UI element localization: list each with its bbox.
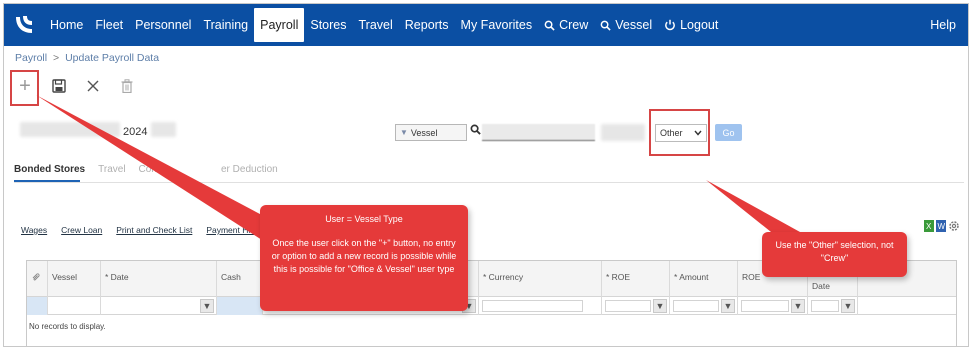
floppy-disk-icon <box>52 79 66 93</box>
filter-cell <box>48 297 101 315</box>
app-logo-icon[interactable] <box>4 4 44 46</box>
filter-cell-cash <box>217 297 263 315</box>
column-header-amount[interactable]: * Amount <box>670 261 738 297</box>
chevron-down-icon: ▼ <box>400 128 408 137</box>
column-header-cash[interactable]: Cash <box>217 261 263 297</box>
gear-icon[interactable] <box>948 220 960 232</box>
save-button[interactable] <box>47 74 71 98</box>
svg-text:X: X <box>926 222 932 231</box>
filter-cell-date-2: ▼ <box>808 297 858 315</box>
sub-links: Wages Crew Loan Print and Check List Pay… <box>21 225 269 235</box>
nav-help[interactable]: Help <box>924 4 962 46</box>
nav-fleet[interactable]: Fleet <box>89 4 129 46</box>
trash-icon <box>121 79 133 93</box>
filter-input[interactable] <box>673 300 719 312</box>
app-window: Home Fleet Personnel Training Payroll St… <box>3 3 969 347</box>
export-icons: X W <box>924 220 960 232</box>
nav-home[interactable]: Home <box>44 4 89 46</box>
filter-icon[interactable]: ▼ <box>791 299 805 313</box>
nav-crew-label: Crew <box>559 18 589 32</box>
grid-filter-row: ▼ ▼ ▼ ▼ ▼ ▼ <box>27 297 956 315</box>
callout-body: Once the user click on the "+" button, n… <box>271 238 457 274</box>
close-icon <box>87 80 99 92</box>
tab-travel[interactable]: Travel <box>98 164 125 175</box>
filter-cell-roe-2: ▼ <box>738 297 808 315</box>
column-header-currency[interactable]: * Currency <box>479 261 602 297</box>
cancel-button[interactable] <box>81 74 105 98</box>
year-label: 2024 <box>123 126 148 138</box>
nav-travel[interactable]: Travel <box>353 4 399 46</box>
nav-crew-search[interactable]: Crew <box>538 4 594 46</box>
nav-my-favorites[interactable]: My Favorites <box>455 4 539 46</box>
add-button-highlight <box>10 70 39 106</box>
link-wages[interactable]: Wages <box>21 225 47 235</box>
nav-vessel-label: Vessel <box>615 18 653 32</box>
attachment-column <box>27 261 48 297</box>
redacted-field <box>601 124 645 141</box>
breadcrumb-separator: > <box>53 52 60 64</box>
nav-training[interactable]: Training <box>197 4 254 46</box>
filter-icon[interactable]: ▼ <box>721 299 735 313</box>
tab-other-deduction[interactable]: er Deduction <box>221 164 278 175</box>
callout-other-selection: Use the "Other" selection, not "Crew" <box>762 232 907 277</box>
go-button[interactable]: Go <box>715 124 742 141</box>
nav-payroll[interactable]: Payroll <box>254 8 305 42</box>
vessel-search-input[interactable] <box>482 124 595 141</box>
filter-cell-currency <box>479 297 602 315</box>
filter-icon[interactable]: ▼ <box>200 299 214 313</box>
link-crew-loan[interactable]: Crew Loan <box>61 225 102 235</box>
nav-logout[interactable]: Logout <box>658 4 724 46</box>
tab-bonded-stores[interactable]: Bonded Stores <box>14 164 85 175</box>
redacted-period <box>151 122 176 137</box>
svg-text:W: W <box>938 222 946 231</box>
nav-stores[interactable]: Stores <box>304 4 352 46</box>
column-header-vessel[interactable]: Vessel <box>48 261 101 297</box>
redacted-vessel-name <box>20 122 120 137</box>
callout-vessel-type: User = Vessel Type Once the user click o… <box>260 205 468 311</box>
paperclip-icon <box>32 273 40 281</box>
top-navbar: Home Fleet Personnel Training Payroll St… <box>4 4 968 46</box>
tab-divider <box>14 182 964 183</box>
nav-reports[interactable]: Reports <box>399 4 455 46</box>
filter-input[interactable] <box>741 300 789 312</box>
scope-select[interactable]: ▼ Vessel <box>395 124 467 141</box>
filter-icon[interactable]: ▼ <box>841 299 855 313</box>
type-select-highlight <box>649 109 710 156</box>
callout-title: User = Vessel Type <box>325 214 403 224</box>
scope-select-value: Vessel <box>410 127 438 138</box>
empty-grid-message: No records to display. <box>29 322 106 331</box>
breadcrumb: Payroll > Update Payroll Data <box>15 52 159 64</box>
column-header-date[interactable]: * Date <box>101 261 217 297</box>
filter-cell-amount: ▼ <box>670 297 738 315</box>
filter-cell-date: ▼ <box>101 297 217 315</box>
link-print-check-list[interactable]: Print and Check List <box>116 225 192 235</box>
delete-button[interactable] <box>115 74 139 98</box>
nav-vessel-search[interactable]: Vessel <box>594 4 658 46</box>
nav-logout-label: Logout <box>680 18 719 32</box>
filter-cell-roe: ▼ <box>602 297 670 315</box>
search-icon <box>600 20 611 31</box>
filter-cell <box>27 297 48 315</box>
filter-input[interactable] <box>482 300 583 312</box>
filter-input[interactable] <box>605 300 651 312</box>
column-header-roe[interactable]: * ROE <box>602 261 670 297</box>
search-icon <box>470 124 481 138</box>
filter-icon[interactable]: ▼ <box>653 299 667 313</box>
breadcrumb-current: Update Payroll Data <box>65 52 160 64</box>
excel-export-icon[interactable]: X <box>924 220 934 232</box>
breadcrumb-root[interactable]: Payroll <box>15 52 47 64</box>
power-icon <box>665 19 676 31</box>
filter-input[interactable] <box>811 300 839 312</box>
tab-bar: Bonded Stores Travel Comm er Deduction <box>14 164 278 175</box>
nav-personnel[interactable]: Personnel <box>129 4 197 46</box>
tab-commission[interactable]: Comm <box>139 164 168 175</box>
word-export-icon[interactable]: W <box>936 220 946 232</box>
search-icon <box>544 20 555 31</box>
